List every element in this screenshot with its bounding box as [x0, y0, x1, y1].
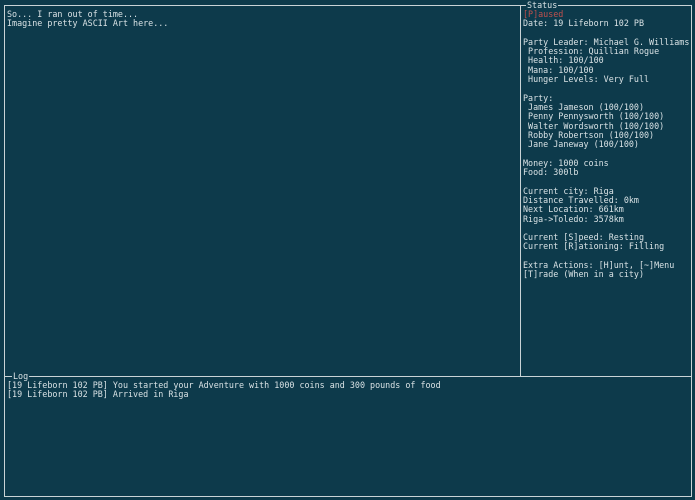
log-panel: Log [19 Lifeborn 102 PB] You started you…: [4, 372, 692, 497]
status-content: [P]aused Date: 19 Lifeborn 102 PB Party …: [523, 9, 689, 280]
party-member: Jane Janeway (100/100): [523, 139, 639, 150]
rationing-line[interactable]: Current [R]ationing: Filling: [523, 242, 689, 252]
main-line: Imagine pretty ASCII Art here...: [7, 18, 169, 29]
main-viewport: So... I ran out of time... Imagine prett…: [4, 5, 521, 377]
route-line: Riga->Toledo: 3578km: [523, 213, 624, 224]
log-entry: [19 Lifeborn 102 PB] Arrived in Riga: [7, 389, 189, 400]
hunger-line: Hunger Levels: Very Full: [523, 74, 650, 85]
main-text: So... I ran out of time... Imagine prett…: [7, 9, 169, 29]
log-content: [19 Lifeborn 102 PB] You started your Ad…: [7, 380, 441, 400]
status-panel: Status [P]aused Date: 19 Lifeborn 102 PB…: [520, 1, 692, 377]
date-line: Date: 19 Lifeborn 102 PB: [523, 18, 645, 29]
food-line: Food: 300lb: [523, 167, 579, 178]
trade-line[interactable]: [T]rade (When in a city): [523, 270, 689, 280]
